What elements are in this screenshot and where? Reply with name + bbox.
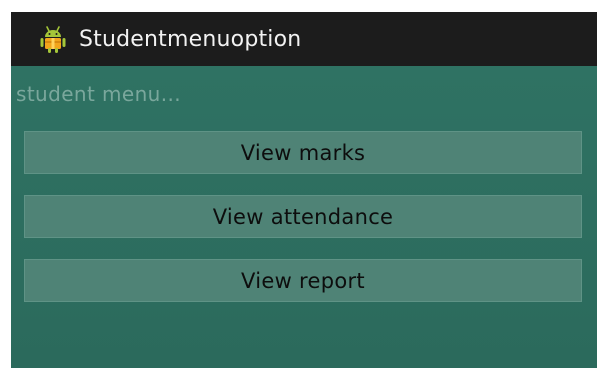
app-title: Studentmenuoption — [79, 26, 302, 52]
view-report-button[interactable]: View report — [24, 259, 582, 302]
view-attendance-button[interactable]: View attendance — [24, 195, 582, 238]
app-screen: Studentmenuoption student menu... View m… — [11, 12, 597, 368]
main-content: student menu... View marks View attendan… — [11, 66, 597, 368]
action-bar: Studentmenuoption — [11, 12, 597, 66]
view-marks-button[interactable]: View marks — [24, 131, 582, 174]
android-icon — [40, 26, 66, 53]
menu-heading: student menu... — [16, 82, 182, 106]
